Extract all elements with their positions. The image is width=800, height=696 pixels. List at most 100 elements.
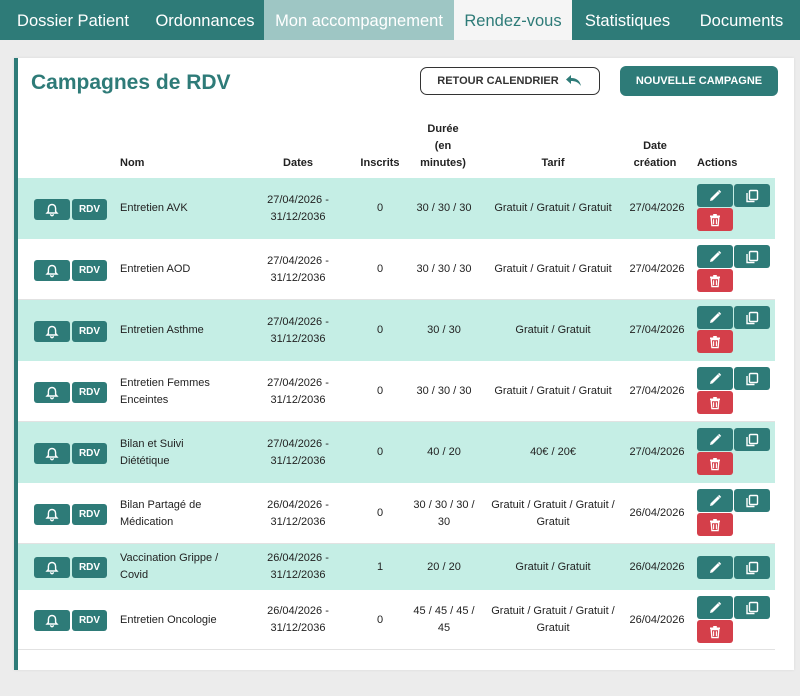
cell-date-creation: 27/04/2026 (629, 324, 685, 336)
rdv-button[interactable]: RDV (72, 610, 107, 631)
delete-button[interactable] (697, 391, 733, 414)
delete-button[interactable] (697, 452, 733, 475)
notify-bell-button[interactable] (34, 610, 70, 631)
table-row: RDV Entretien AVK 27/04/2026 - 31/12/2036 0… (18, 178, 775, 239)
bell-icon (45, 264, 59, 278)
cell-dates: 27/04/2026 - 31/12/2036 (267, 437, 329, 467)
notify-bell-button[interactable] (34, 199, 70, 220)
edit-button[interactable] (697, 367, 733, 390)
copy-icon (745, 494, 759, 508)
cell-dates: 27/04/2026 - 31/12/2036 (267, 376, 329, 406)
rdv-button[interactable]: RDV (72, 260, 107, 281)
edit-button[interactable] (697, 556, 733, 579)
cell-tarif: Gratuit / Gratuit / Gratuit / Gratuit (491, 498, 615, 528)
tab-dossier-patient[interactable]: Dossier Patient (0, 0, 146, 40)
trash-icon (708, 335, 722, 349)
pencil-icon (708, 601, 722, 615)
copy-button[interactable] (734, 556, 770, 579)
notify-bell-button[interactable] (34, 321, 70, 342)
cell-nom: Bilan Partagé de Médication (120, 498, 202, 528)
cell-dates: 26/04/2026 - 31/12/2036 (267, 605, 329, 634)
tab-documents[interactable]: Documents (683, 0, 800, 40)
copy-button[interactable] (734, 596, 770, 619)
tab-rendez-vous[interactable]: Rendez-vous (454, 0, 572, 40)
cell-inscrits: 1 (376, 560, 384, 573)
cell-tarif: Gratuit / Gratuit / Gratuit (494, 385, 612, 397)
edit-button[interactable] (697, 489, 733, 512)
rdv-button[interactable]: RDV (72, 382, 107, 403)
trash-icon (708, 213, 722, 227)
pencil-icon (708, 311, 722, 325)
edit-button[interactable] (697, 245, 733, 268)
bell-icon (45, 325, 59, 339)
notify-bell-button[interactable] (34, 557, 70, 578)
cell-tarif: Gratuit / Gratuit (515, 324, 591, 336)
rdv-button[interactable]: RDV (72, 557, 107, 578)
th-duree: Durée (en minutes) (420, 123, 466, 169)
trash-icon (708, 457, 722, 471)
pencil-icon (708, 561, 722, 575)
pencil-icon (708, 433, 722, 447)
th-nom: Nom (120, 157, 145, 169)
cell-duree: 20 / 20 (427, 560, 461, 573)
retour-calendrier-button[interactable]: RETOUR CALENDRIER (420, 67, 600, 95)
notify-bell-button[interactable] (34, 382, 70, 403)
table-row: RDV Vaccination Grippe / Covid 26/04/2026 … (18, 544, 775, 590)
copy-icon (745, 189, 759, 203)
cell-dates: 27/04/2026 - 31/12/2036 (267, 254, 329, 284)
edit-button[interactable] (697, 184, 733, 207)
copy-button[interactable] (734, 306, 770, 329)
copy-icon (745, 433, 759, 447)
cell-tarif: 40€ / 20€ (530, 446, 576, 458)
cell-tarif: Gratuit / Gratuit (515, 560, 591, 573)
cell-nom: Vaccination Grippe / Covid (120, 552, 219, 581)
tab-mon-accompagnement[interactable]: Mon accompagnement (264, 0, 454, 40)
delete-button[interactable] (697, 513, 733, 536)
notify-bell-button[interactable] (34, 504, 70, 525)
tab-ordonnances[interactable]: Ordonnances (146, 0, 264, 40)
tab-statistiques[interactable]: Statistiques (572, 0, 683, 40)
campaigns-card: Campagnes de RDV RETOUR CALENDRIER NOUVE… (14, 58, 794, 670)
delete-button[interactable] (697, 620, 733, 643)
cell-inscrits: 0 (376, 202, 384, 214)
trash-icon (708, 518, 722, 532)
pencil-icon (708, 250, 722, 264)
cell-date-creation: 26/04/2026 (629, 560, 685, 573)
cell-nom: Entretien Asthme (120, 324, 204, 336)
edit-button[interactable] (697, 428, 733, 451)
rdv-button[interactable]: RDV (72, 443, 107, 464)
edit-button[interactable] (697, 306, 733, 329)
cell-inscrits: 0 (376, 613, 384, 626)
edit-button[interactable] (697, 596, 733, 619)
cell-nom: Entretien AVK (120, 202, 188, 214)
copy-icon (745, 250, 759, 264)
nouvelle-campagne-button[interactable]: NOUVELLE CAMPAGNE (620, 66, 778, 96)
cell-nom: Bilan et Suivi Diététique (120, 437, 184, 467)
rdv-button[interactable]: RDV (72, 199, 107, 220)
bell-icon (45, 447, 59, 461)
notify-bell-button[interactable] (34, 443, 70, 464)
undo-arrow-icon (565, 75, 581, 86)
th-date-creation: Date création (633, 140, 677, 169)
copy-button[interactable] (734, 184, 770, 207)
copy-button[interactable] (734, 428, 770, 451)
delete-button[interactable] (697, 330, 733, 353)
rdv-button[interactable]: RDV (72, 321, 107, 342)
table-row: RDV Entretien Oncologie 26/04/2026 - 31/12… (18, 590, 775, 650)
delete-button[interactable] (697, 269, 733, 292)
cell-date-creation: 27/04/2026 (629, 385, 685, 397)
trash-icon (708, 396, 722, 410)
trash-icon (708, 625, 722, 639)
cell-inscrits: 0 (376, 446, 384, 458)
rdv-button[interactable]: RDV (72, 504, 107, 525)
copy-icon (745, 601, 759, 615)
cell-date-creation: 27/04/2026 (629, 202, 685, 214)
cell-tarif: Gratuit / Gratuit / Gratuit (494, 263, 612, 275)
pencil-icon (708, 189, 722, 203)
copy-button[interactable] (734, 245, 770, 268)
copy-button[interactable] (734, 489, 770, 512)
cell-dates: 26/04/2026 - 31/12/2036 (267, 552, 329, 581)
notify-bell-button[interactable] (34, 260, 70, 281)
copy-button[interactable] (734, 367, 770, 390)
delete-button[interactable] (697, 208, 733, 231)
